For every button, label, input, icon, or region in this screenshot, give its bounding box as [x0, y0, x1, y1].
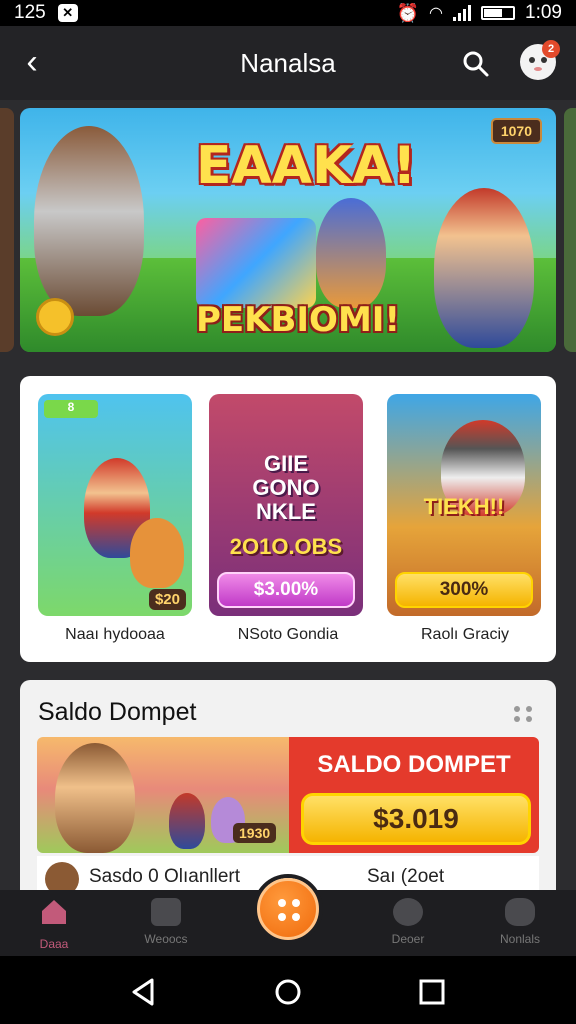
- tab-label: Weoocs: [144, 932, 188, 946]
- hero-banner[interactable]: EAAKA! PEKBIOMI! 1070: [20, 108, 556, 352]
- banner-peek-right: [564, 108, 576, 352]
- app-bar: ‹ Nanalsa 2: [0, 26, 576, 100]
- back-nav-icon[interactable]: [128, 976, 160, 1008]
- avatar[interactable]: 2: [520, 40, 560, 80]
- avatar: [45, 862, 79, 890]
- wallet-row-label: Sasdo 0 Olıanllert: [89, 866, 241, 887]
- tab-label: Deoer: [391, 932, 425, 946]
- banner-badge: 1070: [490, 118, 542, 144]
- profile-icon: [505, 898, 535, 926]
- game-tile-2[interactable]: GIIE GONO NKLE 2O1O.OBS $3.00%: [209, 394, 363, 616]
- tile-buy-button[interactable]: 300%: [395, 572, 533, 608]
- recents-nav-icon[interactable]: [416, 976, 448, 1008]
- tile-title: GIIE GONO NKLE: [252, 451, 320, 524]
- small-character: [169, 793, 205, 849]
- gold-coin: [36, 298, 74, 336]
- warrior-character: [34, 126, 144, 316]
- tab-home[interactable]: Daaa: [14, 898, 94, 954]
- wallet-banner[interactable]: 1930 SALDO DOMPET $3.019: [37, 737, 539, 853]
- wallet-promo: SALDO DOMPET $3.019: [289, 737, 539, 853]
- status-time-left: 125: [14, 2, 46, 23]
- wallet-art-badge: 1930: [233, 823, 277, 843]
- banner-peek-left: [0, 108, 14, 352]
- main-content: EAAKA! PEKBIOMI! 1070 8 $20 Naaı hydooaa…: [0, 100, 576, 890]
- game-label-2[interactable]: NSoto Gondia: [203, 626, 373, 644]
- tile-price: $20: [148, 589, 186, 610]
- banner-title: EAAKA!: [196, 136, 417, 196]
- banner-subtitle: PEKBIOMI!: [196, 300, 400, 340]
- blue-creature: [316, 198, 386, 308]
- tab-games[interactable]: Weoocs: [126, 898, 206, 954]
- tile-title: TIEKH!!: [423, 494, 505, 519]
- system-nav-bar: [0, 956, 576, 1024]
- wallet-card: Saldo Dompet 1930 SALDO DOMPET $3.019 Sa…: [20, 680, 556, 890]
- status-bar: 125 ✕ ⏰ ◠ 1:09: [0, 0, 576, 26]
- game-label-3[interactable]: Raolı Graciy: [380, 626, 550, 644]
- notification-app-icon: ✕: [57, 4, 78, 22]
- battery-icon: [481, 6, 516, 20]
- home-icon: [42, 900, 66, 924]
- wallet-row-value: Saı (2oet: [367, 866, 445, 887]
- tile-corner-tag: 8: [44, 400, 98, 418]
- status-time-right: 1:09: [525, 2, 562, 23]
- game-tile-1[interactable]: 8 $20: [38, 394, 192, 616]
- monkey-character: [130, 518, 184, 588]
- main-action-button[interactable]: [257, 878, 319, 940]
- tab-deposit[interactable]: Deoer: [368, 898, 448, 954]
- notification-badge: 2: [542, 40, 560, 58]
- game-label-1[interactable]: Naaı hydooaa: [30, 626, 200, 644]
- alarm-icon: ⏰: [396, 2, 420, 23]
- signal-icon: [453, 5, 472, 21]
- wallet-amount-button[interactable]: $3.019: [301, 793, 531, 845]
- hero-character: [434, 188, 534, 348]
- wallet-promo-title: SALDO DOMPET: [317, 751, 511, 778]
- tile-buy-button[interactable]: $3.00%: [217, 572, 355, 608]
- bottom-tab-bar: Daaa Weoocs Deoer Nonlals: [0, 878, 576, 956]
- tab-label: Daaa: [39, 937, 69, 951]
- wallet-art: 1930: [37, 737, 289, 853]
- home-nav-icon[interactable]: [272, 976, 304, 1008]
- game-tile-3[interactable]: TIEKH!! 300%: [387, 394, 541, 616]
- tile-amount: 2O1O.OBS: [229, 534, 343, 559]
- tab-label: Nonlals: [499, 932, 541, 946]
- tab-profile[interactable]: Nonlals: [480, 898, 560, 954]
- games-card: 8 $20 Naaı hydooaa GIIE GONO NKLE 2O1O.OBS…: [20, 376, 556, 662]
- bear-character: [55, 743, 135, 853]
- more-options-icon[interactable]: [514, 704, 538, 724]
- deposit-icon: [393, 898, 423, 926]
- menu-grid-icon: [278, 899, 300, 921]
- games-icon: [151, 898, 181, 926]
- search-icon[interactable]: [460, 48, 492, 80]
- wifi-icon: ◠: [429, 5, 444, 22]
- treasure-chest: [196, 218, 316, 308]
- wallet-title: Saldo Dompet: [38, 698, 197, 726]
